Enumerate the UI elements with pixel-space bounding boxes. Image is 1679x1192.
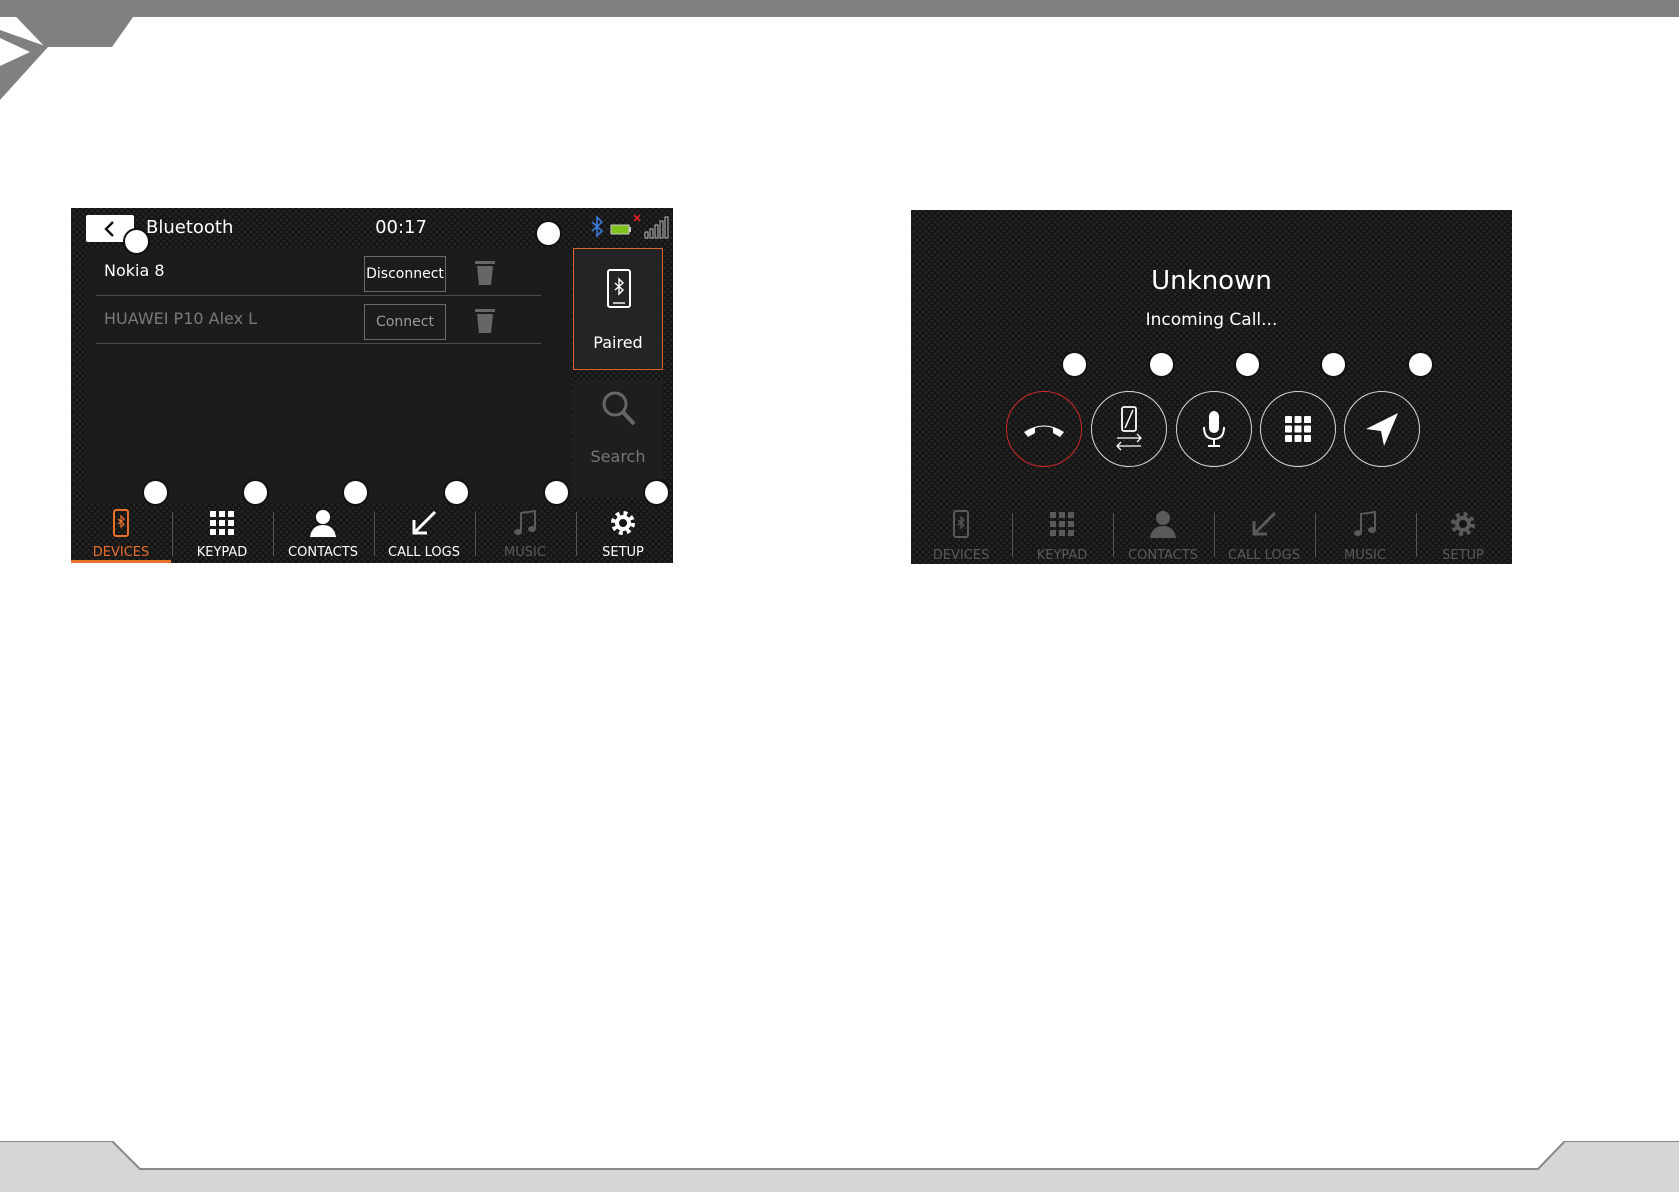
trash-icon[interactable] xyxy=(474,260,496,286)
nav-contacts: CONTACTS xyxy=(1113,499,1213,564)
signal-bars-icon xyxy=(644,216,669,239)
nav-label: SETUP xyxy=(602,545,644,560)
gear-icon xyxy=(611,511,635,535)
status-bar-icons xyxy=(591,214,669,239)
active-tab-indicator xyxy=(71,560,171,563)
list-item: Nokia 8 Disconnect xyxy=(96,248,541,296)
callout-marker xyxy=(1320,351,1347,378)
callout-marker xyxy=(242,479,269,506)
callout-marker xyxy=(543,479,570,506)
no-signal-icon xyxy=(633,214,641,222)
connect-button[interactable]: Connect xyxy=(364,304,446,340)
incoming-arrow-icon xyxy=(412,510,437,535)
keypad-icon xyxy=(210,511,234,535)
incoming-arrow-icon xyxy=(1252,511,1277,536)
paired-tab[interactable]: Paired xyxy=(573,248,663,370)
callout-marker xyxy=(1407,351,1434,378)
callout-marker xyxy=(1234,351,1261,378)
callout-marker xyxy=(443,479,470,506)
bluetooth-phone-icon xyxy=(607,269,631,308)
nav-label: CONTACTS xyxy=(288,545,358,560)
person-icon xyxy=(1150,511,1176,538)
nav-call-logs[interactable]: CALL LOGS xyxy=(374,498,474,563)
nav-setup: SETUP xyxy=(1413,499,1512,564)
music-note-icon xyxy=(1354,510,1376,536)
nav-label: DEVICES xyxy=(932,548,990,563)
phone-icon xyxy=(113,509,129,537)
nav-label: MUSIC xyxy=(504,545,546,560)
device-name: Nokia 8 xyxy=(104,261,165,280)
callout-marker xyxy=(1061,351,1088,378)
person-icon xyxy=(310,510,336,537)
navigation-icon xyxy=(1366,413,1398,446)
nav-contacts[interactable]: CONTACTS xyxy=(273,498,373,563)
keypad-button[interactable] xyxy=(1260,391,1336,467)
bottom-nav: DEVICES KEYPAD CONTACTS CALL LOGS MUSIC … xyxy=(71,498,673,563)
nav-call-logs: CALL LOGS xyxy=(1214,499,1314,564)
bluetooth-devices-screen: Bluetooth 00:17 Nokia 8 Disconnect HUAWE… xyxy=(71,208,673,563)
search-label: Search xyxy=(590,447,646,466)
trash-icon[interactable] xyxy=(474,308,496,334)
incoming-call-screen: Unknown Incoming Call... DEVICES KEYPAD … xyxy=(911,210,1512,564)
nav-label: DEVICES xyxy=(92,545,150,560)
bottom-nav-disabled: DEVICES KEYPAD CONTACTS CALL LOGS MUSIC … xyxy=(911,499,1512,564)
nav-devices[interactable]: DEVICES xyxy=(71,498,171,563)
callout-marker xyxy=(643,479,670,506)
music-note-icon xyxy=(514,509,536,535)
nav-setup[interactable]: SETUP xyxy=(573,498,673,563)
callout-marker xyxy=(535,220,562,247)
microphone-icon xyxy=(1203,411,1225,447)
navigation-button[interactable] xyxy=(1344,391,1420,467)
search-icon xyxy=(602,391,636,426)
chevron-left-icon xyxy=(104,220,114,237)
callout-marker xyxy=(142,479,169,506)
page-footer-bar xyxy=(0,1141,1679,1192)
nav-label: SETUP xyxy=(1442,548,1484,563)
transfer-to-phone-icon xyxy=(1116,406,1142,451)
nav-keypad: KEYPAD xyxy=(1012,499,1112,564)
device-name: HUAWEI P10 Alex L xyxy=(104,309,258,328)
caller-name: Unknown xyxy=(1151,266,1272,296)
keypad-icon xyxy=(1285,416,1311,442)
paired-device-list: Nokia 8 Disconnect HUAWEI P10 Alex L Con… xyxy=(86,248,572,503)
bluetooth-icon xyxy=(591,215,604,238)
battery-icon xyxy=(610,224,631,235)
nav-label: KEYPAD xyxy=(196,545,248,560)
callout-marker xyxy=(123,228,150,255)
disconnect-button[interactable]: Disconnect xyxy=(364,256,446,292)
list-item: HUAWEI P10 Alex L Connect xyxy=(96,296,541,344)
header-title: Bluetooth xyxy=(146,217,234,238)
nav-keypad[interactable]: KEYPAD xyxy=(172,498,272,563)
page-header-bar xyxy=(0,0,1679,17)
microphone-button[interactable] xyxy=(1176,391,1252,467)
end-call-button[interactable] xyxy=(1006,391,1082,467)
keypad-icon xyxy=(1050,512,1074,536)
end-call-icon xyxy=(1024,425,1064,437)
callout-marker xyxy=(342,479,369,506)
paired-label: Paired xyxy=(593,333,643,352)
nav-label: CALL LOGS xyxy=(1228,548,1300,563)
nav-music[interactable]: MUSIC xyxy=(475,498,575,563)
corner-chevron-decoration xyxy=(0,0,145,100)
transfer-to-phone-button[interactable] xyxy=(1091,391,1167,467)
nav-label: KEYPAD xyxy=(1036,548,1088,563)
gear-icon xyxy=(1451,512,1475,536)
nav-label: MUSIC xyxy=(1344,548,1386,563)
nav-devices: DEVICES xyxy=(911,499,1011,564)
clock: 00:17 xyxy=(375,217,427,238)
callout-marker xyxy=(1148,351,1175,378)
call-status: Incoming Call... xyxy=(1145,310,1278,330)
nav-label: CALL LOGS xyxy=(388,545,460,560)
nav-label: CONTACTS xyxy=(1128,548,1198,563)
nav-music: MUSIC xyxy=(1315,499,1415,564)
phone-icon xyxy=(953,510,969,538)
